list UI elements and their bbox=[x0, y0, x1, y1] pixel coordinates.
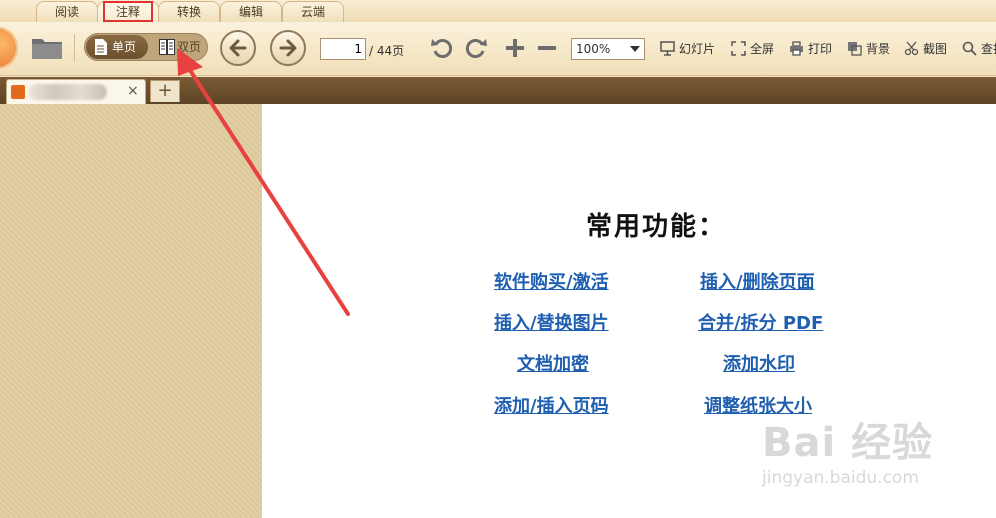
left-sidebar-panel bbox=[0, 104, 262, 518]
tab-read[interactable]: 阅读 bbox=[36, 1, 98, 22]
search-button[interactable]: 查找 bbox=[962, 41, 996, 57]
double-page-button[interactable]: 双页 bbox=[151, 35, 207, 59]
single-page-icon bbox=[95, 39, 107, 55]
watermark-main-text: Bai 经验 bbox=[762, 420, 934, 466]
screenshot-label: 截图 bbox=[923, 42, 948, 56]
main-toolbar: 单页 双页 / 44页 100% bbox=[0, 22, 996, 76]
print-label: 打印 bbox=[808, 42, 833, 56]
slideshow-label: 幻灯片 bbox=[679, 42, 716, 56]
background-button[interactable]: 背景 bbox=[847, 41, 890, 57]
tab-cloud[interactable]: 云端 bbox=[282, 1, 344, 22]
document-tab-bar: × + bbox=[0, 77, 996, 104]
printer-icon bbox=[790, 41, 803, 56]
link-insert-delete-page[interactable]: 插入/删除页面 bbox=[700, 268, 815, 294]
tab-edit[interactable]: 编辑 bbox=[220, 1, 282, 22]
page-view-toggle: 单页 双页 bbox=[84, 33, 208, 61]
fullscreen-button[interactable]: 全屏 bbox=[731, 41, 774, 57]
double-page-label: 双页 bbox=[177, 40, 202, 54]
app-logo-icon[interactable] bbox=[0, 27, 18, 69]
page-number-input[interactable] bbox=[320, 38, 366, 60]
tab-annotate[interactable]: 注释 bbox=[97, 1, 159, 22]
tab-convert[interactable]: 转换 bbox=[158, 1, 220, 22]
link-insert-replace-image[interactable]: 插入/替换图片 bbox=[494, 309, 609, 335]
open-folder-icon[interactable] bbox=[30, 33, 64, 61]
link-merge-split-pdf[interactable]: 合并/拆分 PDF bbox=[698, 309, 823, 335]
next-page-button[interactable] bbox=[270, 30, 306, 66]
arrow-right-icon bbox=[279, 39, 297, 57]
pdf-file-icon bbox=[11, 85, 25, 99]
zoom-in-icon[interactable] bbox=[503, 36, 527, 60]
close-icon[interactable]: × bbox=[127, 83, 139, 99]
chevron-down-icon bbox=[630, 46, 640, 52]
background-icon bbox=[848, 42, 862, 56]
previous-page-button[interactable] bbox=[220, 30, 256, 66]
slideshow-icon bbox=[660, 41, 675, 56]
zoom-level-value: 100% bbox=[576, 42, 611, 56]
rotate-right-icon[interactable] bbox=[464, 36, 488, 60]
fullscreen-icon bbox=[731, 41, 746, 56]
scissors-icon bbox=[904, 41, 919, 56]
page-total-label: / 44页 bbox=[369, 44, 405, 58]
new-tab-button[interactable]: + bbox=[150, 80, 180, 102]
fullscreen-label: 全屏 bbox=[750, 42, 775, 56]
print-button[interactable]: 打印 bbox=[789, 41, 832, 57]
arrow-left-icon bbox=[229, 39, 247, 57]
document-tab[interactable]: × bbox=[6, 79, 146, 104]
rotate-left-icon[interactable] bbox=[430, 36, 454, 60]
double-page-icon bbox=[159, 39, 175, 55]
toolbar-separator bbox=[74, 34, 75, 62]
search-label: 查找 bbox=[981, 42, 996, 56]
screenshot-button[interactable]: 截图 bbox=[904, 41, 947, 57]
document-name-blurred bbox=[29, 84, 107, 100]
search-icon bbox=[962, 41, 977, 56]
baidu-jingyan-watermark: Bai 经验 jingyan.baidu.com bbox=[762, 410, 934, 488]
link-add-page-number[interactable]: 添加/插入页码 bbox=[494, 392, 609, 418]
slideshow-button[interactable]: 幻灯片 bbox=[660, 41, 715, 57]
watermark-url-text: jingyan.baidu.com bbox=[762, 468, 919, 488]
link-purchase-activate[interactable]: 软件购买/激活 bbox=[494, 268, 609, 294]
page-heading: 常用功能： bbox=[586, 212, 727, 242]
single-page-button[interactable]: 单页 bbox=[86, 35, 148, 59]
link-add-watermark[interactable]: 添加水印 bbox=[723, 350, 795, 376]
background-label: 背景 bbox=[866, 42, 891, 56]
zoom-level-select[interactable]: 100% bbox=[571, 38, 645, 60]
single-page-label: 单页 bbox=[112, 40, 137, 54]
link-document-encrypt[interactable]: 文档加密 bbox=[517, 350, 589, 376]
zoom-out-icon[interactable] bbox=[535, 36, 559, 60]
top-tab-bar: 阅读 注释 转换 编辑 云端 bbox=[0, 0, 996, 22]
